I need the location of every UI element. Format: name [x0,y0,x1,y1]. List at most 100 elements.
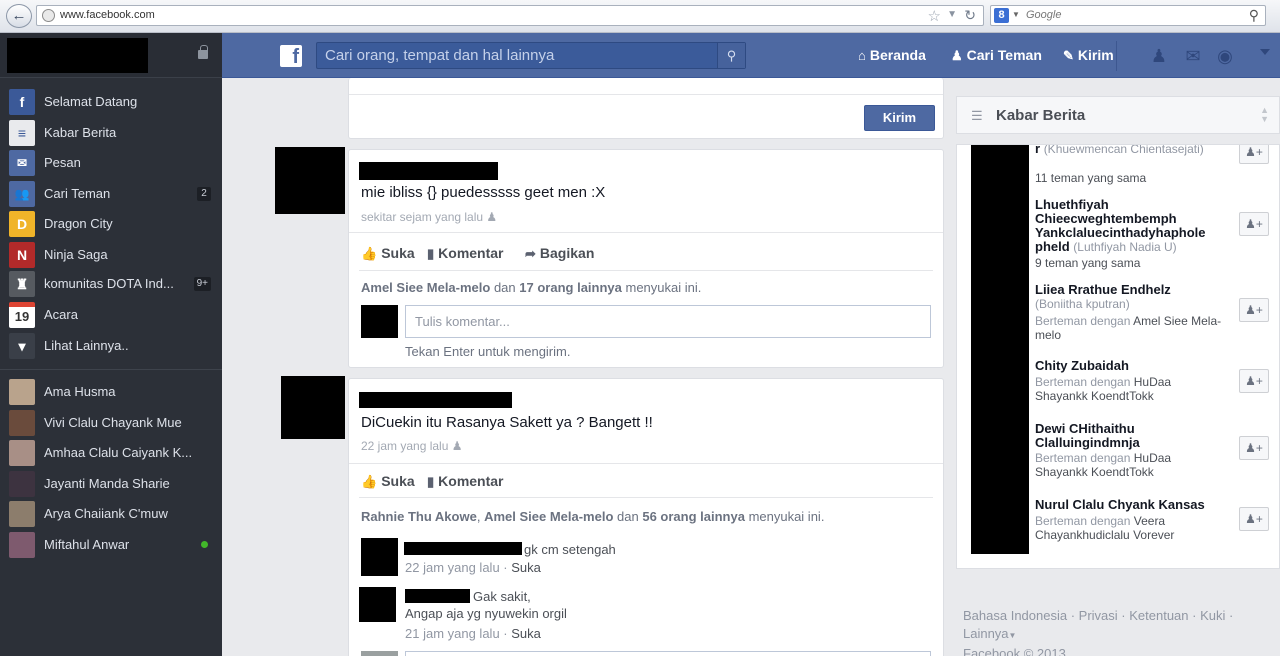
comment-input[interactable] [406,306,930,337]
search-icon[interactable]: ⚲ [1249,7,1259,24]
liker-name[interactable]: Amel Siee Mela-melo [484,509,613,524]
search-icon[interactable]: ⚲ [717,43,745,68]
search-input[interactable] [317,43,717,68]
bookmark-star-icon[interactable]: ☆ [928,7,941,25]
url-text[interactable]: www.facebook.com [60,9,155,21]
audience-friends-icon[interactable]: ♟ [486,210,497,224]
avatar [9,532,35,558]
commenter-avatar[interactable] [361,538,398,576]
footer-link-terms[interactable]: Ketentuan [1129,608,1188,623]
likes-others[interactable]: 17 orang lainnya [519,280,622,295]
sidebar-item-ninja-saga[interactable]: N Ninja Saga [0,240,222,270]
engine-dropdown-icon[interactable]: ▼ [1012,10,1020,19]
post-timestamp[interactable]: 22 jam yang lalu ♟ [361,439,463,453]
browser-search-placeholder[interactable]: Google [1026,9,1061,21]
footer-link-cookies[interactable]: Kuki [1200,608,1225,623]
chat-friend-item[interactable]: Arya Chaiiank C'muw [0,499,222,529]
likes-summary: Rahnie Thu Akowe, Amel Siee Mela-melo da… [361,509,824,524]
sidebar-item-dota-group[interactable]: ♜ komunitas DOTA Ind... 9+ [0,269,222,299]
friend-requests-icon[interactable]: ♟ [1146,43,1172,69]
composer-submit-button[interactable]: Kirim [864,105,935,131]
comment-time[interactable]: 22 jam yang lalu [405,560,500,575]
add-friend-button[interactable]: ♟+ [1239,298,1269,322]
lock-icon[interactable] [198,45,208,59]
footer-link-privacy[interactable]: Privasi [1079,608,1118,623]
sort-arrows-icon[interactable]: ▲ ▼ [1260,106,1269,124]
suggestion-name-text[interactable]: r [1035,145,1040,156]
messages-icon[interactable]: ✉ [1180,43,1206,69]
mutual-friends[interactable]: 11 teman yang sama [1035,171,1146,185]
sidebar-item-events[interactable]: 19 Acara [0,300,222,330]
friends-with-label: Berteman dengan [1035,314,1131,328]
post-time[interactable]: 22 jam yang lalu [361,439,448,453]
sidebar-item-label: Pesan [44,155,81,170]
reload-icon[interactable]: ↻ [964,7,976,24]
back-arrow-icon[interactable]: ← [6,4,32,28]
sidebar-item-find-friends[interactable]: 👥 Cari Teman 2 [0,179,222,209]
post-time[interactable]: sekitar sejam yang lalu [361,210,483,224]
post-author-avatar[interactable] [281,376,345,439]
share-button[interactable]: ➦ Bagikan [525,245,594,262]
comment-box[interactable] [405,651,931,656]
history-dropdown-icon[interactable]: ▼ [947,9,957,20]
like-button[interactable]: 👍 Suka [361,473,415,490]
suggestion-context: Berteman dengan HuDaa Shayankk KoendtTok… [1035,451,1225,479]
sidebar-item-messages[interactable]: ✉ Pesan [0,148,222,178]
facebook-top-bar: f ⚲ ⌂Beranda ♟Cari Teman ✎Kirim ♟ ✉ ◉ [222,33,1280,78]
comment-button[interactable]: ▮ Komentar [427,245,504,262]
sidebar-item-dragon-city[interactable]: D Dragon City [0,209,222,239]
audience-friends-icon[interactable]: ♟ [452,439,463,453]
comment-like-link[interactable]: Suka [511,560,541,575]
commenter-avatar[interactable] [359,587,396,622]
chat-friend-item[interactable]: Amhaa Clalu Caiyank K... [0,438,222,468]
suggestion-name[interactable]: Nurul Clalu Chyank Kansas [1035,498,1215,512]
add-friend-button[interactable]: ♟+ [1239,507,1269,531]
right-column-title: Kabar Berita [996,107,1086,124]
facebook-search[interactable]: ⚲ [316,42,746,69]
search-engine-icon[interactable]: 8 [994,8,1009,23]
post-author-avatar[interactable] [275,147,345,214]
suggestion-name[interactable]: Lhuethfiyah Chieecweghtembemph Yankclalu… [1035,198,1215,255]
suggestion-name[interactable]: Liiea Rrathue Endhelz [1035,283,1215,297]
add-friend-button[interactable]: ♟+ [1239,145,1269,164]
like-button[interactable]: 👍 Suka [361,245,415,262]
post-link[interactable]: ✎ Kirim [1063,47,1114,64]
sidebar-item-label: Dragon City [44,216,113,231]
post-divider [349,232,943,233]
chat-friend-item[interactable]: Vivi Clalu Chayank Mue [0,408,222,438]
find-friends-link[interactable]: ♟ Cari Teman [951,47,1042,64]
notifications-globe-icon[interactable]: ◉ [1212,43,1238,69]
post-card: mie ibliss {} puedesssss geet men :X sek… [348,149,944,368]
chat-friend-item[interactable]: Miftahul Anwar [0,530,222,560]
sidebar-item-see-more[interactable]: ▾ Lihat Lainnya.. [0,331,222,361]
account-menu-icon[interactable] [1260,49,1270,55]
add-friend-button[interactable]: ♟+ [1239,436,1269,460]
comment-button[interactable]: ▮ Komentar [427,473,504,490]
liker-name[interactable]: Amel Siee Mela-melo [361,280,490,295]
sidebar-item-welcome[interactable]: f Selamat Datang [0,87,222,117]
likes-others[interactable]: 56 orang lainnya [642,509,745,524]
browser-search-bar[interactable]: 8 ▼ Google ⚲ [990,5,1266,26]
comment-box[interactable] [405,305,931,338]
post-timestamp[interactable]: sekitar sejam yang lalu ♟ [361,210,497,224]
suggestion-name[interactable]: Chity Zubaidah [1035,359,1215,373]
facebook-logo-icon[interactable]: f [280,45,302,68]
footer-link-language[interactable]: Bahasa Indonesia [963,608,1067,623]
suggestion-name[interactable]: r (Khuewmencan Chientasejati) [1035,145,1215,156]
add-friend-button[interactable]: ♟+ [1239,369,1269,393]
sidebar-item-news-feed[interactable]: ≡ Kabar Berita [0,118,222,148]
friends-with-label: Berteman dengan [1035,451,1131,465]
suggestion-name[interactable]: Dewi CHithaithu Clalluingindmnja [1035,422,1215,450]
mutual-friends[interactable]: 9 teman yang sama [1035,256,1140,270]
chat-friend-item[interactable]: Ama Husma [0,377,222,407]
comment-like-link[interactable]: Suka [511,626,541,641]
comment-time[interactable]: 21 jam yang lalu [405,626,500,641]
friend-name: Miftahul Anwar [44,537,130,552]
footer-link-more[interactable]: Lainnya [963,626,1009,641]
add-friend-button[interactable]: ♟+ [1239,212,1269,236]
redacted-suggestion-photos [971,145,1029,554]
address-bar[interactable]: www.facebook.com ☆ ▼ ↻ [36,5,984,26]
home-link[interactable]: ⌂ Beranda [858,47,926,63]
liker-name[interactable]: Rahnie Thu Akowe [361,509,477,524]
chat-friend-item[interactable]: Jayanti Manda Sharie [0,469,222,499]
